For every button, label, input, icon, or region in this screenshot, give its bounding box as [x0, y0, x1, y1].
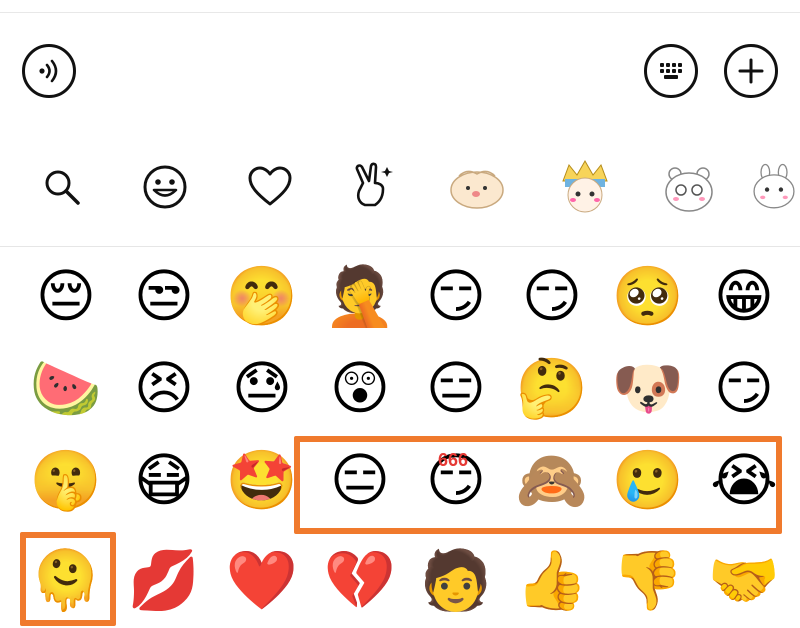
emoji-item[interactable]: 😏 — [408, 432, 504, 528]
plus-button[interactable] — [724, 44, 778, 98]
search-icon — [45, 170, 80, 205]
emoji-glyph: 🫠 — [29, 546, 103, 614]
emoji-item[interactable]: 👍 — [504, 532, 600, 628]
emoji-glyph: 😣 — [133, 354, 195, 422]
emoji-item[interactable]: 🫠 — [18, 532, 114, 628]
emoji-glyph: 💔 — [323, 546, 397, 614]
emoji-glyph: 😑 — [425, 354, 487, 422]
tabs-divider — [0, 246, 800, 247]
emoji-item[interactable]: 😲 — [312, 340, 408, 436]
emoji-item[interactable]: 👎 — [600, 532, 696, 628]
emoji-glyph: 🤝 — [707, 546, 781, 614]
emoji-glyph: 🤦 — [323, 262, 397, 330]
voice-button[interactable] — [22, 44, 76, 98]
tab-search[interactable] — [27, 152, 97, 222]
emoji-item[interactable]: 😔 — [18, 248, 114, 344]
emoji-glyph: 💋 — [127, 546, 201, 614]
emoji-item[interactable]: 🤫 — [18, 432, 114, 528]
tab-sticker-anime[interactable] — [550, 152, 620, 222]
emoji-glyph: 😏 — [713, 354, 775, 422]
emoji-glyph: 🤫 — [29, 446, 103, 514]
emoji-glyph: 🥲 — [611, 446, 685, 514]
keyboard-icon — [660, 63, 682, 79]
emoji-item[interactable]: 🤭 — [214, 248, 310, 344]
emoji-item[interactable]: 🤔 — [504, 340, 600, 436]
emoji-item[interactable]: 🧑 — [408, 532, 504, 628]
emoji-666-label: 666 — [438, 450, 469, 470]
bunny-sticker-icon — [753, 163, 795, 209]
emoji-glyph: 🧑 — [419, 546, 493, 614]
emoji-item[interactable]: 🥲 — [600, 432, 696, 528]
bun-sticker-icon — [450, 170, 504, 209]
emoji-category-tabs — [0, 140, 800, 235]
emoji-glyph: 👍 — [515, 546, 589, 614]
emoji-item[interactable]: 💋 — [116, 532, 212, 628]
emoji-glyph: 😔 — [35, 262, 97, 330]
voice-icon — [39, 59, 58, 83]
emoji-glyph: 🤩 — [225, 446, 299, 514]
emoji-item[interactable]: 💔 — [312, 532, 408, 628]
emoji-glyph: 😒 — [133, 262, 195, 330]
emoji-item[interactable]: 🍉 — [18, 340, 114, 436]
emoji-item[interactable]: 🤝 — [696, 532, 792, 628]
emoji-glyph: 😑 — [329, 446, 391, 514]
emoji-glyph: 😁 — [713, 262, 775, 330]
emoji-item[interactable]: 😏 — [408, 248, 504, 344]
emoji-item[interactable]: 😏 — [696, 340, 792, 436]
emoji-item[interactable]: 😑 — [312, 432, 408, 528]
emoji-glyph: 😏 — [425, 262, 487, 330]
plus-icon — [738, 58, 764, 84]
emoji-item[interactable]: 🐶 — [600, 340, 696, 436]
heart-icon — [248, 166, 292, 206]
tab-sticker-bun[interactable] — [442, 152, 512, 222]
emoji-item[interactable]: 😭 — [696, 432, 792, 528]
emoji-glyph: 🥺 — [611, 262, 685, 330]
emoji-item[interactable]: 😁 — [696, 248, 792, 344]
emoji-glyph: 😓 — [231, 354, 293, 422]
tab-gestures[interactable] — [338, 152, 408, 222]
input-toolbar — [0, 0, 800, 140]
emoji-item[interactable]: 😒 — [116, 248, 212, 344]
victory-hand-icon — [355, 162, 393, 207]
emoji-item[interactable]: 🥺 — [600, 248, 696, 344]
emoji-item[interactable]: 😏 — [504, 248, 600, 344]
emoji-item[interactable]: 🤩 — [214, 432, 310, 528]
anime-sticker-icon — [562, 159, 608, 213]
emoji-glyph: 🙈 — [515, 446, 589, 514]
tab-sticker-bear[interactable] — [654, 152, 724, 222]
emoji-item[interactable]: 🙈 — [504, 432, 600, 528]
emoji-glyph: 😲 — [329, 354, 391, 422]
emoji-glyph: 😏 — [521, 262, 583, 330]
emoji-grid: 😔 😒 🤭 🤦 😏 😏 🥺 😁 🍉 😣 😓 😲 😑 🤔 🐶 😏 🤫 😷 🤩 😑 😏 🙈 🥲 😭 🫠 💋 ❤️ 💔 🧑 👍 👎 🤝 — [18, 248, 798, 628]
emoji-glyph: 😭 — [710, 446, 778, 514]
emoji-glyph: 😷 — [133, 446, 195, 514]
tab-sticker-bunny[interactable] — [748, 152, 800, 222]
emoji-item[interactable]: 😣 — [116, 340, 212, 436]
emoji-glyph: 🤭 — [225, 262, 299, 330]
emoji-glyph: 🐶 — [611, 354, 685, 422]
emoji-glyph: ❤️ — [225, 546, 299, 614]
emoji-glyph: 🍉 — [29, 354, 103, 422]
emoji-item[interactable]: 😑 — [408, 340, 504, 436]
emoji-item[interactable]: 😓 — [214, 340, 310, 436]
emoji-item[interactable]: ❤️ — [214, 532, 310, 628]
emoji-item[interactable]: 🤦 — [312, 248, 408, 344]
emoji-face-icon — [143, 165, 187, 209]
tab-emoji[interactable] — [130, 152, 200, 222]
emoji-item[interactable]: 😷 — [116, 432, 212, 528]
keyboard-button[interactable] — [644, 44, 698, 98]
emoji-glyph: 👎 — [611, 546, 685, 614]
emoji-glyph: 🤔 — [515, 354, 589, 422]
tab-favorites[interactable] — [235, 152, 305, 222]
bear-sticker-icon — [665, 167, 713, 212]
